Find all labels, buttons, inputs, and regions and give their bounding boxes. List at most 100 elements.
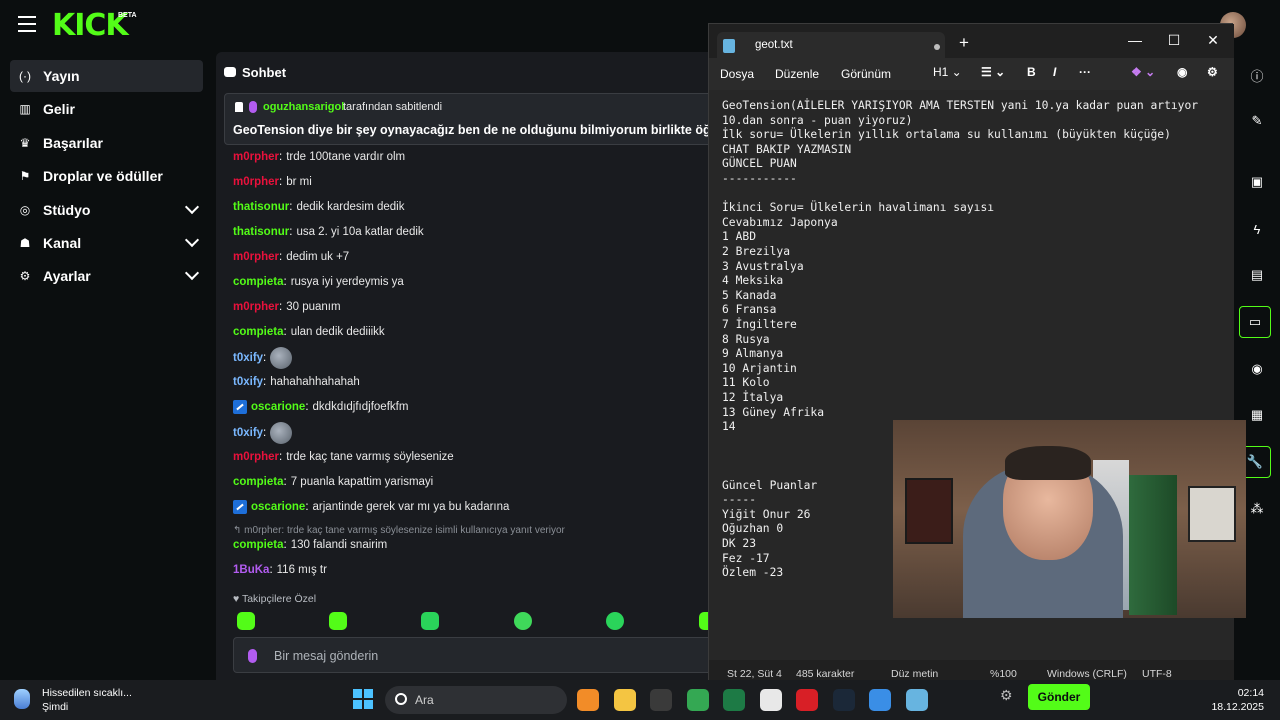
chat-username[interactable]: t0xify: [233, 427, 263, 439]
settings-icon[interactable]: ⚙: [1207, 65, 1218, 79]
revenue-icon: ▥: [19, 102, 31, 116]
info-icon[interactable]: ⓘ: [1246, 64, 1268, 86]
pinned-user[interactable]: oguzhansarigol: [263, 101, 344, 113]
chat-username[interactable]: compieta: [233, 539, 284, 551]
apps-icon[interactable]: ⁂: [1246, 498, 1268, 520]
sidebar-item-droplar[interactable]: ⚑ Droplar ve ödüller: [10, 160, 203, 192]
chat-username[interactable]: t0xify: [233, 352, 263, 364]
emote-button[interactable]: [514, 612, 532, 630]
more-icon[interactable]: ···: [1079, 65, 1091, 79]
bold-icon[interactable]: B: [1027, 65, 1036, 79]
zoom-level[interactable]: %100: [990, 668, 1017, 680]
obs-icon[interactable]: [650, 689, 672, 711]
chat-icon: [224, 67, 236, 77]
chat-header: Sohbet: [224, 62, 286, 82]
heading-select[interactable]: H1 ⌄: [933, 65, 962, 79]
chat-username[interactable]: 1BuKa: [233, 564, 269, 576]
new-tab-icon[interactable]: +: [959, 33, 969, 53]
chat-message: thatisonur: usa 2. yi 10a katlar dedik: [233, 226, 424, 238]
chat-message: compieta:7 puanla kapattim yarismayi: [233, 476, 434, 488]
notepad-icon[interactable]: [905, 689, 928, 711]
sidebar-item-basarilar[interactable]: ♛ Başarılar: [10, 127, 203, 159]
menu-icon[interactable]: [18, 16, 36, 32]
chevron-down-icon[interactable]: [184, 199, 200, 215]
sidebar-item-yayin[interactable]: (·) Yayın: [10, 60, 203, 92]
tab-geot[interactable]: geot.txt: [717, 32, 945, 59]
badge-icon: [233, 500, 247, 514]
clock-date[interactable]: 18.12.2025: [1206, 701, 1264, 713]
line-ending[interactable]: Windows (CRLF): [1047, 668, 1127, 680]
chat-text: 116 mış tr: [276, 564, 327, 576]
opera-icon[interactable]: [796, 689, 818, 711]
chat-username[interactable]: compieta: [233, 326, 284, 338]
kick-logo[interactable]: KICK: [52, 8, 129, 43]
chat-toggle-icon[interactable]: ▭: [1239, 306, 1271, 338]
account-icon[interactable]: ◉: [1177, 65, 1187, 79]
maximize-icon[interactable]: ☐: [1162, 28, 1186, 52]
chat-username[interactable]: m0rpher: [233, 451, 279, 463]
steam-icon[interactable]: [832, 689, 855, 711]
edit-icon[interactable]: ✎: [1246, 110, 1268, 132]
send-button[interactable]: Gönder: [1028, 684, 1090, 710]
chat-username[interactable]: t0xify: [233, 376, 263, 388]
chat-username[interactable]: m0rpher: [233, 301, 279, 313]
excel-icon[interactable]: [723, 689, 745, 711]
encoding[interactable]: UTF-8: [1142, 668, 1172, 680]
sidebar-item-kanal[interactable]: ☗ Kanal: [10, 227, 203, 259]
broadcast-icon[interactable]: ◉: [1246, 358, 1268, 380]
chat-username[interactable]: m0rpher: [233, 251, 279, 263]
minimize-icon[interactable]: —: [1123, 28, 1147, 52]
taskbar-search[interactable]: Ara: [385, 686, 567, 714]
gear-icon[interactable]: ⚙: [1000, 687, 1013, 704]
chat-input-box[interactable]: [233, 637, 736, 673]
clock-time[interactable]: 02:14: [1216, 687, 1264, 699]
search-app-icon[interactable]: [577, 689, 599, 711]
notepad-line: 2 Brezilya: [722, 245, 791, 258]
layout-icon[interactable]: ▦: [1246, 404, 1268, 426]
emote-button[interactable]: [606, 612, 624, 630]
chat-username[interactable]: compieta: [233, 476, 284, 488]
reply-indicator: ↰ m0rpher: trde kaç tane varmış söylesen…: [233, 525, 565, 536]
emote-button[interactable]: [237, 612, 255, 630]
chat-username[interactable]: thatisonur: [233, 201, 289, 213]
chat-username[interactable]: thatisonur: [233, 226, 289, 238]
close-icon[interactable]: ✕: [1201, 28, 1225, 52]
lightning-icon[interactable]: ϟ: [1246, 218, 1268, 240]
sidebar-item-gelir[interactable]: ▥ Gelir: [10, 93, 203, 125]
start-icon[interactable]: [353, 689, 373, 709]
sidebar-item-ayarlar[interactable]: ⚙ Ayarlar: [10, 260, 203, 292]
chrome-icon[interactable]: [686, 689, 709, 711]
notepad-line: İkinci Soru= Ülkelerin havalimanı sayısı: [722, 201, 995, 215]
weather-text[interactable]: Hissedilen sıcaklı...: [42, 687, 132, 699]
emote-button[interactable]: [329, 612, 347, 630]
document-icon[interactable]: ▤: [1246, 264, 1268, 286]
chat-username[interactable]: m0rpher: [233, 151, 279, 163]
menu-duzenle[interactable]: Düzenle: [775, 67, 819, 81]
capcut-icon[interactable]: [759, 689, 782, 711]
chat-input[interactable]: [274, 647, 714, 665]
list-icon[interactable]: ☰ ⌄: [981, 65, 1005, 79]
menu-gorunum[interactable]: Görünüm: [841, 67, 891, 81]
mic-icon[interactable]: [248, 649, 257, 663]
emote-button[interactable]: [421, 612, 439, 630]
notepad-line: Fez -17: [722, 551, 770, 565]
thermometer-icon[interactable]: [14, 689, 30, 709]
menu-dosya[interactable]: Dosya: [720, 67, 754, 81]
photos-icon[interactable]: [869, 689, 891, 711]
sidebar-item-studyo[interactable]: ◎ Stüdyo: [10, 194, 203, 226]
chat-username[interactable]: oscarione: [251, 501, 305, 513]
pinned-message[interactable]: oguzhansarigol tarafından sabitlendi Geo…: [224, 93, 744, 145]
chat-message: 1BuKa:116 mış tr: [233, 564, 327, 576]
chat-username[interactable]: oscarione: [251, 401, 305, 413]
chevron-down-icon[interactable]: [184, 232, 200, 248]
chat-username[interactable]: m0rpher: [233, 176, 279, 188]
file-explorer-icon[interactable]: [613, 689, 636, 711]
picture-frame: [1188, 486, 1236, 542]
chat-message: compieta: rusya iyi yerdeymis ya: [233, 276, 404, 288]
chevron-down-icon[interactable]: [184, 265, 200, 281]
copilot-icon[interactable]: ❖ ⌄: [1131, 65, 1155, 79]
italic-icon[interactable]: I: [1053, 65, 1056, 79]
camera-icon[interactable]: ▣: [1246, 171, 1268, 193]
chat-username[interactable]: compieta: [233, 276, 284, 288]
unsaved-dot-icon[interactable]: [934, 44, 940, 50]
